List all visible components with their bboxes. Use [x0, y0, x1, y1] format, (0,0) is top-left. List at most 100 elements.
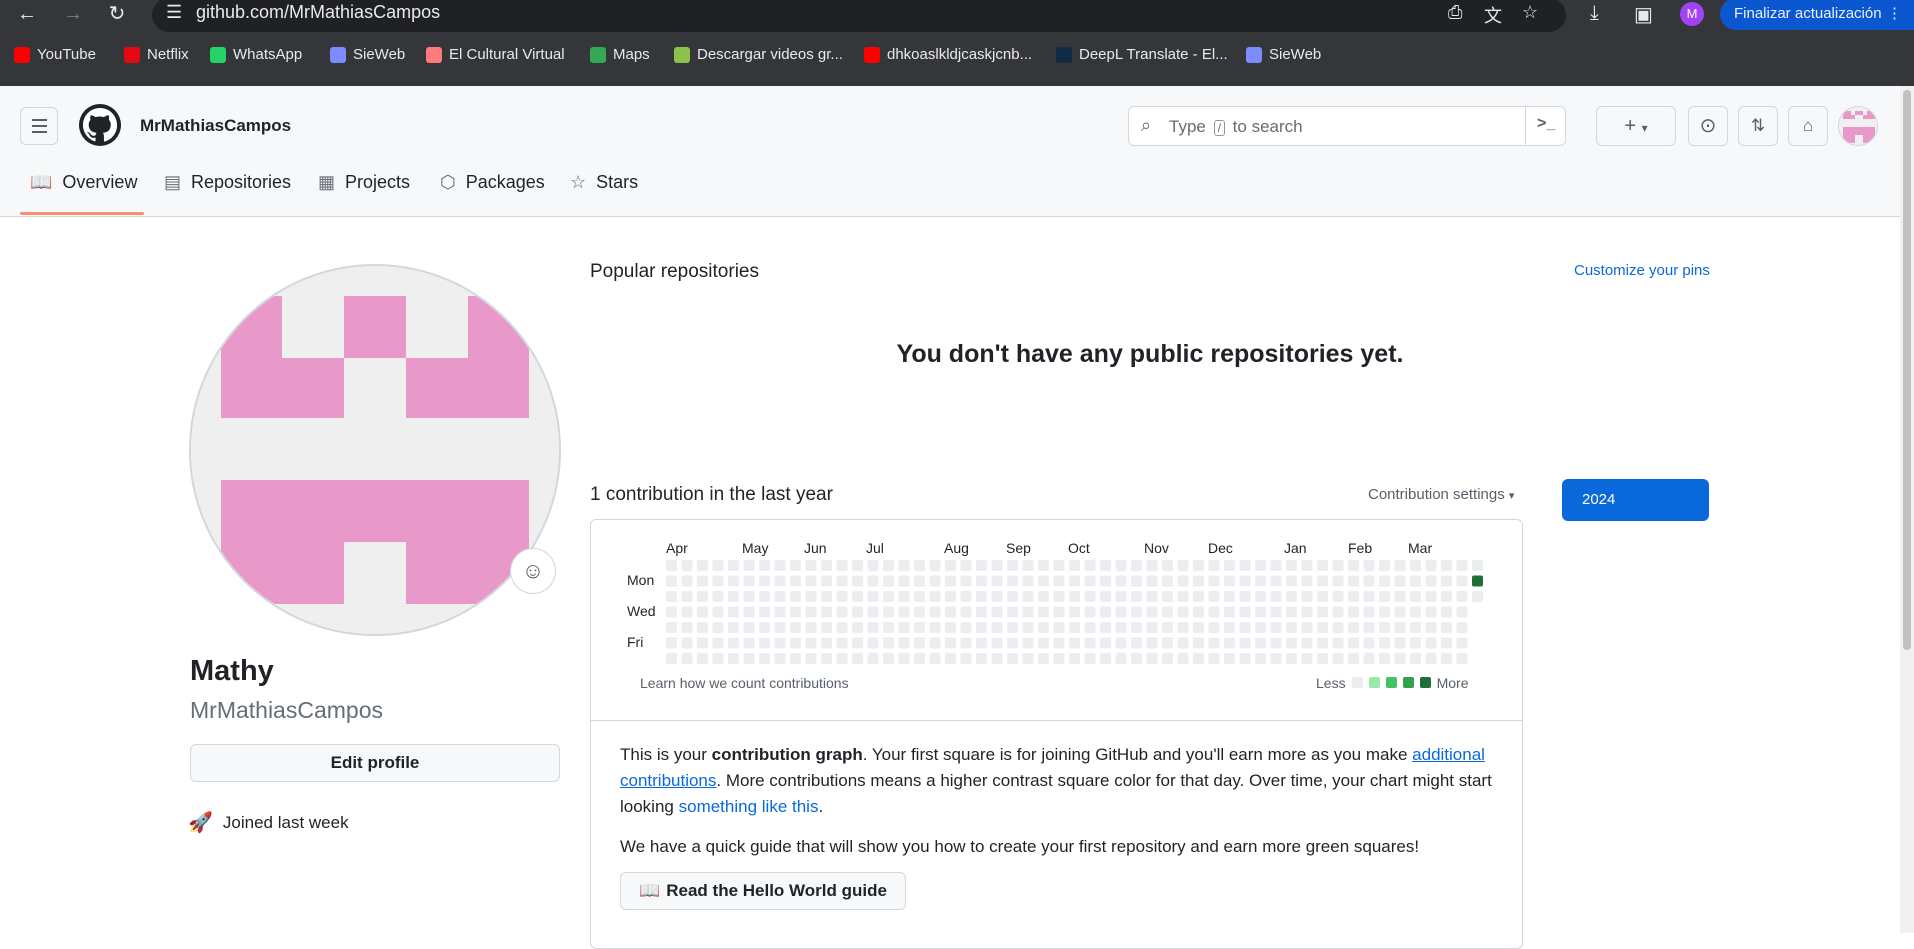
search-input[interactable]: ⌕ Type / to search >_	[1128, 106, 1566, 146]
tab-repositories[interactable]: ▤ Repositories	[164, 172, 291, 193]
download-icon[interactable]: ⤓	[1590, 2, 1599, 25]
issues-icon[interactable]: ⊙	[1688, 106, 1728, 146]
menu-button[interactable]	[20, 107, 58, 145]
address-bar[interactable]: ☰ github.com/MrMathiasCampos ⎙ 文 ☆	[152, 0, 1566, 32]
deepl-icon	[1056, 46, 1072, 63]
maps-icon	[590, 46, 606, 63]
table-icon: ▦	[318, 172, 336, 192]
install-app-icon[interactable]: ⎙	[1448, 2, 1462, 23]
day-label: Fri	[627, 634, 644, 650]
menu-icon-bar	[32, 125, 47, 127]
translate-icon[interactable]: 文	[1484, 2, 1502, 28]
bookmark-label: Descargar videos gr...	[697, 46, 843, 63]
create-new-button[interactable]: + ▾	[1596, 106, 1676, 146]
month-label: Jul	[866, 540, 884, 556]
joined-date: 🚀 Joined last week	[188, 810, 349, 835]
day-label: Wed	[627, 603, 656, 619]
bookmark-item[interactable]: Maps	[590, 46, 650, 63]
hello-world-hint: We have a quick guide that will show you…	[620, 837, 1420, 856]
site-info-icon[interactable]: ☰	[166, 2, 182, 23]
bookmark-label: YouTube	[37, 46, 96, 63]
tab-packages[interactable]: ⬡ Packages	[440, 172, 545, 193]
contribution-settings-label: Contribution settings	[1368, 486, 1505, 503]
bookmark-label: dhkoaslkldjcaskjcnb...	[887, 46, 1033, 63]
github-logo-icon[interactable]	[79, 104, 121, 146]
profile-avatar[interactable]	[189, 264, 561, 636]
legend-level-1	[1368, 677, 1380, 688]
no-repos-message: You don't have any public repositories y…	[896, 340, 1404, 368]
back-icon[interactable]: ←	[12, 0, 42, 28]
update-button-label: Finalizar actualización	[1734, 5, 1882, 22]
bookmark-label: SieWeb	[1269, 46, 1322, 63]
browser-profile-avatar[interactable]: M	[1680, 2, 1704, 26]
tab-overview[interactable]: 📖 Overview	[30, 172, 137, 193]
bookmark-item[interactable]: Netflix	[124, 46, 189, 63]
info-text: . Your first square is for joining GitHu…	[862, 745, 1413, 764]
contributions-count: 1 contribution in the last year	[590, 484, 833, 505]
user-avatar[interactable]	[1838, 106, 1878, 146]
month-label: Dec	[1208, 540, 1233, 556]
month-label: May	[742, 540, 769, 556]
menu-icon-bar	[32, 131, 47, 133]
youtube-icon	[864, 46, 880, 63]
legend-level-0	[1351, 677, 1363, 688]
legend-cells	[1351, 675, 1437, 691]
contribution-settings-dropdown[interactable]: Contribution settings ▾	[1368, 486, 1514, 503]
plus-icon: +	[1624, 115, 1637, 137]
menu-icon	[32, 119, 47, 121]
package-icon: ⬡	[440, 172, 456, 192]
graph-divider	[590, 720, 1523, 721]
bookmark-item[interactable]: YouTube	[14, 46, 96, 63]
book-icon: 📖	[639, 881, 661, 900]
search-suffix: to search	[1232, 117, 1303, 136]
bookmark-item[interactable]: dhkoaslkldjcaskjcnb...	[864, 46, 1032, 63]
bookmark-item[interactable]: Descargar videos gr...	[674, 46, 843, 63]
header-username[interactable]: MrMathiasCampos	[140, 116, 291, 136]
tab-stars[interactable]: ☆ Stars	[570, 172, 638, 193]
bookmark-item[interactable]: El Cultural Virtual	[426, 46, 565, 63]
bookmark-item[interactable]: DeepL Translate - El...	[1056, 46, 1228, 63]
command-palette-icon[interactable]: >_	[1537, 115, 1555, 133]
scrollbar-thumb[interactable]	[1903, 90, 1911, 650]
profile-login: MrMathiasCampos	[190, 697, 383, 723]
contribution-graph-explainer: This is your contribution graph. Your fi…	[620, 742, 1500, 820]
youtube-icon	[14, 46, 30, 63]
info-text: .	[818, 797, 824, 816]
set-status-smiley-icon[interactable]: ☺	[510, 548, 556, 594]
bookmark-item[interactable]: SieWeb	[1246, 46, 1321, 63]
active-tab-indicator	[20, 212, 144, 215]
book-icon: 📖	[30, 172, 53, 192]
forward-icon[interactable]: →	[58, 0, 88, 28]
hello-world-guide-button[interactable]: 📖 Read the Hello World guide	[620, 872, 906, 910]
edit-profile-button[interactable]: Edit profile	[190, 744, 560, 782]
search-divider	[1525, 107, 1526, 145]
bookmark-star-icon[interactable]: ☆	[1522, 2, 1538, 23]
tab-label: Repositories	[191, 172, 292, 192]
search-icon: ⌕	[1141, 115, 1152, 135]
tab-projects[interactable]: ▦ Projects	[318, 172, 410, 193]
sieweb-icon	[330, 46, 346, 63]
update-button[interactable]: Finalizar actualización ⋮	[1720, 0, 1914, 30]
bookmark-label: El Cultural Virtual	[449, 46, 565, 63]
bookmark-label: WhatsApp	[233, 46, 303, 63]
customize-pins-link[interactable]: Customize your pins	[1574, 262, 1710, 279]
side-panel-icon[interactable]: ▣	[1634, 2, 1653, 27]
address-url[interactable]: github.com/MrMathiasCampos	[196, 2, 440, 23]
bookmark-item[interactable]: WhatsApp	[210, 46, 302, 63]
bookmark-label: Netflix	[147, 46, 189, 63]
year-2024-button[interactable]: 2024	[1562, 479, 1709, 521]
whatsapp-icon	[210, 46, 226, 63]
inbox-icon[interactable]: ⌂	[1788, 106, 1828, 146]
legend-level-3	[1402, 677, 1414, 688]
more-vert-icon[interactable]: ⋮	[1887, 0, 1902, 30]
info-bold: contribution graph	[711, 745, 863, 764]
month-label: Feb	[1348, 540, 1373, 556]
legend-less: Less	[1316, 675, 1346, 691]
learn-contributions-link[interactable]: Learn how we count contributions	[640, 675, 849, 691]
day-label: Mon	[627, 572, 655, 588]
something-like-this-link[interactable]: something like this	[679, 797, 819, 816]
legend-level-4	[1419, 677, 1431, 688]
bookmark-item[interactable]: SieWeb	[330, 46, 405, 63]
pull-requests-icon[interactable]: ⇅	[1738, 106, 1778, 146]
reload-icon[interactable]: ↻	[102, 0, 132, 28]
